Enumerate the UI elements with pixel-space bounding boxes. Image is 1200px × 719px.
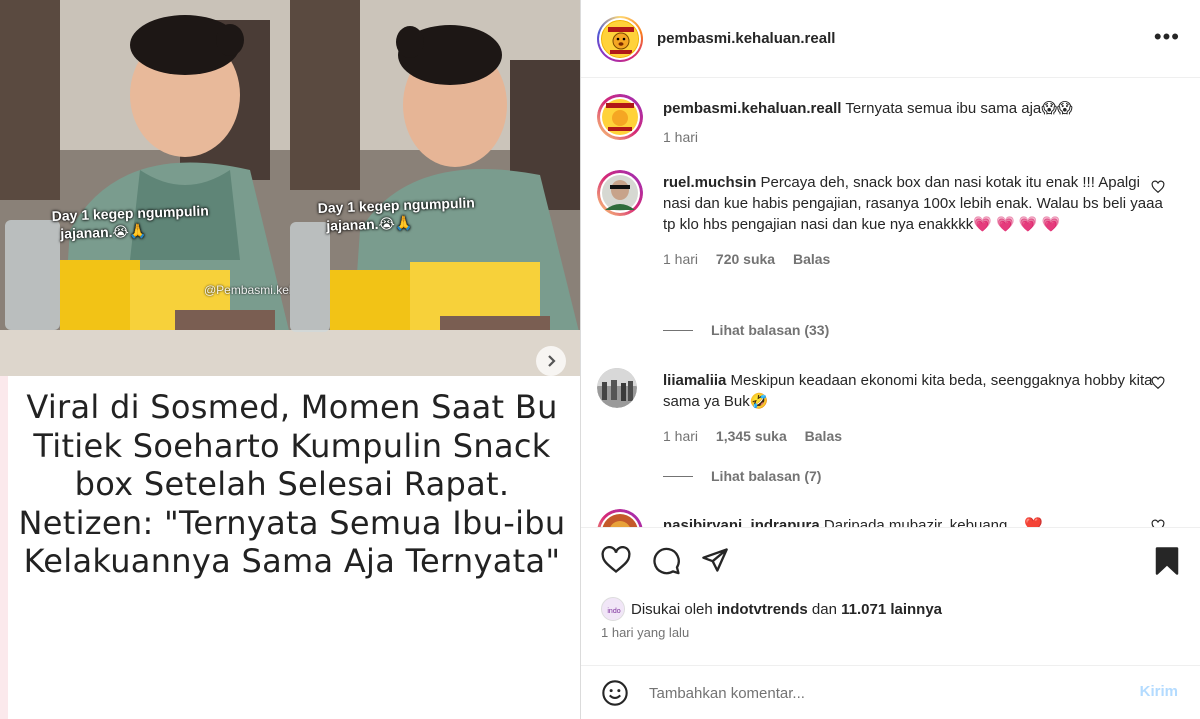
caption-time: 1 hari [663, 129, 699, 145]
like-comment-heart-icon[interactable] [1151, 519, 1165, 527]
comment-time: 1 hari [663, 251, 699, 267]
next-slide-button[interactable] [536, 346, 566, 376]
comment-text: Daripada mubazir, kebuang... ❤️ [823, 517, 1043, 527]
likes-prefix: Disukai oleh [631, 600, 713, 618]
view-replies-button[interactable]: Lihat balasan (7) [663, 468, 821, 484]
liker-avatar[interactable]: indo [601, 597, 625, 621]
like-comment-heart-icon[interactable] [1151, 376, 1165, 390]
chevron-right-icon [548, 355, 556, 367]
more-options-button[interactable]: ••• [1154, 26, 1180, 48]
video-text-overlay: Day 1 kegep ngumpulin jajanan.😭🙏 [51, 202, 210, 242]
video-frame-left: Day 1 kegep ngumpulin jajanan.😭🙏 @Pembas… [0, 0, 290, 376]
post-media: Day 1 kegep ngumpulin jajanan.😭🙏 @Pembas… [0, 0, 580, 719]
view-replies-button[interactable]: Lihat balasan (33) [663, 322, 829, 338]
author-avatar-small[interactable] [597, 94, 643, 140]
share-icon[interactable] [701, 546, 729, 574]
watermark: @Pembasmi.kehaluan.reall [204, 283, 290, 297]
comment-username[interactable]: liiamaliia [663, 372, 726, 389]
comment-text: Meskipun keadaan ekonomi kita beda, seen… [663, 372, 1153, 410]
comments-list[interactable]: pembasmi.kehaluan.reall Ternyata semua i… [581, 78, 1200, 527]
likes-mid: dan [811, 600, 837, 618]
comment-likes[interactable]: 720 suka [716, 251, 775, 267]
comment-icon[interactable] [651, 546, 681, 576]
caption-text: Ternyata semua ibu sama aja😱😱 [845, 100, 1073, 117]
likes-user[interactable]: indotvtrends [717, 601, 808, 618]
commenter-avatar[interactable] [597, 509, 643, 527]
post-panel: pembasmi.kehaluan.reall ••• pembasmi.keh… [580, 0, 1200, 719]
post-actions-bar [581, 527, 1200, 597]
svg-text:indo: indo [607, 608, 620, 615]
post-header: pembasmi.kehaluan.reall ••• [581, 0, 1200, 78]
post-date: 1 hari yang lalu [601, 625, 690, 640]
likes-count[interactable]: 11.071 lainnya [841, 601, 942, 618]
caption-username[interactable]: pembasmi.kehaluan.reall [663, 100, 841, 117]
emoji-icon[interactable] [601, 679, 629, 707]
post-comment-button[interactable]: Kirim [1140, 683, 1178, 700]
video-text-overlay: Day 1 kegep ngumpulin jajanan.😭🙏 [317, 194, 476, 234]
reply-button[interactable]: Balas [805, 428, 842, 444]
comment-input[interactable] [649, 680, 1109, 706]
like-comment-heart-icon[interactable] [1151, 180, 1165, 194]
comment-likes[interactable]: 1,345 suka [716, 428, 787, 444]
bookmark-icon[interactable] [1154, 546, 1180, 576]
reply-button[interactable]: Balas [793, 251, 830, 267]
author-username[interactable]: pembasmi.kehaluan.reall [657, 30, 835, 47]
author-avatar[interactable] [597, 15, 643, 62]
heart-icon[interactable] [601, 546, 631, 574]
brand-logo-icon [601, 19, 639, 58]
add-comment-bar: Kirim [581, 665, 1200, 719]
comment-time: 1 hari [663, 428, 699, 444]
commenter-avatar[interactable] [597, 368, 637, 408]
comment-username[interactable]: ruel.muchsin [663, 174, 756, 191]
video-frame-right: Day 1 kegep ngumpulin jajanan.😭🙏 [290, 0, 580, 376]
headline-text: Viral di Sosmed, Momen Saat Bu Titiek So… [18, 388, 566, 580]
commenter-avatar[interactable] [597, 170, 643, 216]
likes-summary: indo Disukai oleh indotvtrends dan 11.07… [601, 597, 942, 621]
comment-username[interactable]: nasibiryani_indrapura [663, 517, 820, 527]
